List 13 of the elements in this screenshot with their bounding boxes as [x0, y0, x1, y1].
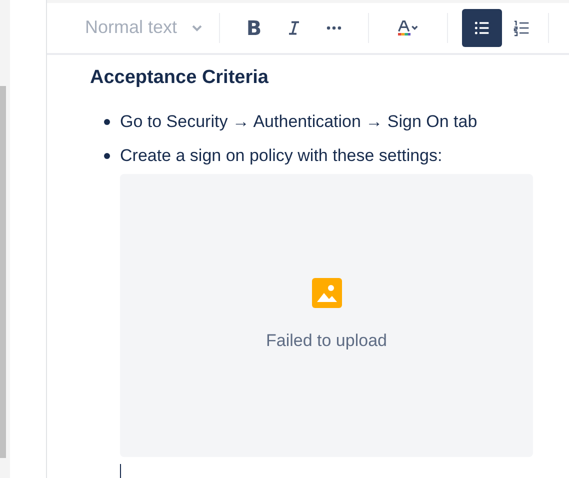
chevron-down-icon [191, 24, 204, 32]
upload-error-text: Failed to upload [266, 330, 387, 352]
list-item-text: Go to Security → Authentication → Sign On tab [120, 111, 478, 134]
bullet-icon [104, 153, 110, 159]
image-icon [312, 278, 342, 308]
section-heading: Acceptance Criteria [90, 66, 270, 90]
bullet-icon [104, 119, 110, 125]
text-cursor [120, 464, 121, 478]
bullet-list-button[interactable] [462, 8, 502, 47]
bold-button[interactable]: B [234, 8, 274, 47]
list-item-text: Create a sign on policy with these settings: [120, 145, 442, 168]
more-icon [326, 26, 342, 30]
text-color-icon [396, 18, 420, 38]
